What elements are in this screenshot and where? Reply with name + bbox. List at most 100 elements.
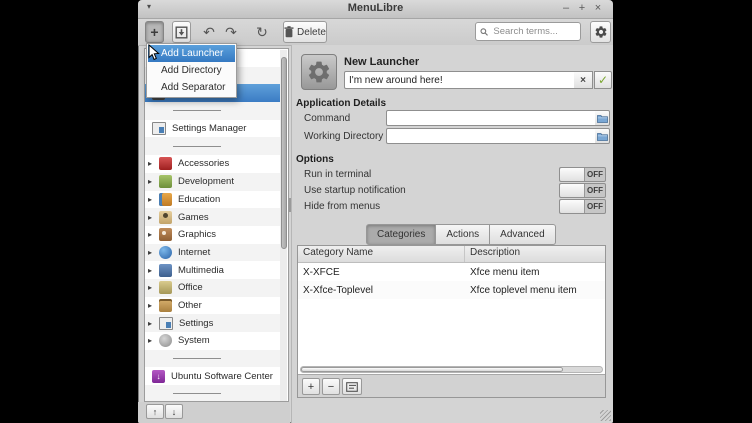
table-scrollbar-thumb[interactable] [301,367,563,372]
tree-item-graphics[interactable]: ▸ Graphics [145,226,281,244]
menu-tree: New LauncherSettings Manager▸Accessories… [144,48,289,402]
apply-name-button[interactable]: ✓ [594,71,612,89]
table-row[interactable]: X-Xfce-Toplevel Xfce toplevel menu item [298,281,605,299]
category-name-cell: X-Xfce-Toplevel [298,285,465,296]
expander-icon[interactable]: ▸ [148,177,157,186]
menu-item-add-separator[interactable]: Add Separator [148,79,235,96]
column-header-category-name[interactable]: Category Name [298,246,465,262]
tree-item-label: Accessories [178,158,229,169]
move-up-button[interactable]: ↑ [146,404,164,419]
add-category-button[interactable]: + [302,378,320,395]
table-horizontal-scrollbar[interactable] [300,366,603,373]
working-directory-browse-button[interactable] [595,128,610,144]
edit-category-button[interactable] [342,378,362,395]
close-button[interactable]: × [591,1,605,16]
games-icon [159,211,172,224]
launcher-gear-icon [306,59,332,85]
tree-item-label: Games [178,212,209,223]
tab-categories[interactable]: Categories [366,224,436,245]
expander-icon[interactable]: ▸ [148,283,157,292]
run-in-terminal-toggle[interactable]: OFF [559,167,606,182]
tree-item-label: Graphics [178,229,216,240]
tab-advanced[interactable]: Advanced [490,224,555,245]
expander-icon[interactable]: ▸ [148,230,157,239]
toggle-knob [560,168,585,181]
move-down-button[interactable]: ↓ [165,404,183,419]
use-startup-notification-label: Use startup notification [304,185,406,196]
maximize-button[interactable]: + [575,1,589,16]
tree-item-games[interactable]: ▸ Games [145,208,281,226]
tree-item-multimedia[interactable]: ▸Multimedia [145,261,281,279]
expander-icon[interactable]: ▸ [148,336,157,345]
toggle-state: OFF [585,168,605,181]
launcher-name-input[interactable] [344,71,575,89]
settings-manager-icon [152,122,166,135]
toggle-state: OFF [585,184,605,197]
tree-item-accessories[interactable]: ▸ Accessories [145,155,281,173]
internet-icon [159,246,172,259]
application-details-heading: Application Details [296,98,386,109]
tree-item-internet[interactable]: ▸Internet [145,244,281,262]
separator-line [173,358,221,359]
expander-icon[interactable]: ▸ [148,195,157,204]
tree-separator [145,137,281,155]
category-description-cell: Xfce menu item [465,267,605,278]
tree-item-other[interactable]: ▸Other [145,297,281,315]
launcher-icon-button[interactable] [301,54,337,90]
undo-button[interactable]: ↶ [198,21,220,43]
tree-scrollbar-thumb[interactable] [281,57,287,249]
table-row[interactable]: X-XFCE Xfce menu item [298,263,605,281]
save-launcher-button[interactable] [172,21,191,43]
settings-menu-button[interactable] [590,21,611,43]
expander-icon[interactable]: ▸ [148,159,157,168]
clear-name-button[interactable]: × [574,71,593,89]
gear-icon [594,25,608,39]
ubuntu-software-center-icon: ↓ [152,370,165,383]
expander-icon[interactable]: ▸ [148,319,157,328]
menu-item-add-directory[interactable]: Add Directory [148,62,235,79]
resize-grip[interactable] [600,410,611,421]
command-browse-button[interactable] [595,110,610,126]
table-action-bar: + − [298,374,605,398]
minimize-button[interactable]: – [559,1,573,16]
expander-icon[interactable]: ▸ [148,301,157,310]
settings-icon [159,317,173,330]
refresh-button[interactable]: ↻ [251,21,273,43]
expander-icon[interactable]: ▸ [148,248,157,257]
hide-from-menus-toggle[interactable]: OFF [559,199,606,214]
tree-item-settings-manager[interactable]: Settings Manager [145,120,281,138]
add-button[interactable]: + [145,21,164,43]
separator-line [173,393,221,394]
tree-item-ubuntu-software-center[interactable]: ↓Ubuntu Software Center [145,367,281,385]
tree-item-label: Education [178,194,220,205]
use-startup-notification-toggle[interactable]: OFF [559,183,606,198]
column-header-description[interactable]: Description [465,246,605,262]
working-directory-input[interactable] [386,128,596,144]
desktop-background: ▾ MenuLibre – + × + ↶ ↷ ↻ Delete [0,0,752,423]
tree-item-system[interactable]: ▸System [145,332,281,350]
delete-button[interactable]: Delete [283,21,327,43]
tree-item-development[interactable]: ▸Development [145,173,281,191]
trash-icon [284,26,294,38]
tree-item-office[interactable]: ▸Office [145,279,281,297]
command-input[interactable] [386,110,596,126]
editor-tabs: Categories Actions Advanced [366,224,556,245]
category-name-cell: X-XFCE [298,267,465,278]
search-input[interactable] [491,25,576,38]
remove-category-button[interactable]: − [322,378,340,395]
expander-icon[interactable]: ▸ [148,266,157,275]
main-toolbar: + ↶ ↷ ↻ Delete [138,19,613,46]
titlebar[interactable]: ▾ MenuLibre – + × [138,0,613,19]
tab-actions[interactable]: Actions [436,224,490,245]
tree-scrollbar[interactable] [280,50,287,402]
redo-button[interactable]: ↷ [220,21,242,43]
menu-item-add-launcher[interactable]: Add Launcher [148,45,235,62]
delete-button-label: Delete [297,27,326,38]
education-icon [159,193,172,206]
expander-icon[interactable]: ▸ [148,213,157,222]
tree-item-settings[interactable]: ▸Settings [145,314,281,332]
toggle-knob [560,200,585,213]
category-description-cell: Xfce toplevel menu item [465,285,605,296]
tree-item-education[interactable]: ▸ Education [145,191,281,209]
working-directory-label: Working Directory [304,131,383,142]
